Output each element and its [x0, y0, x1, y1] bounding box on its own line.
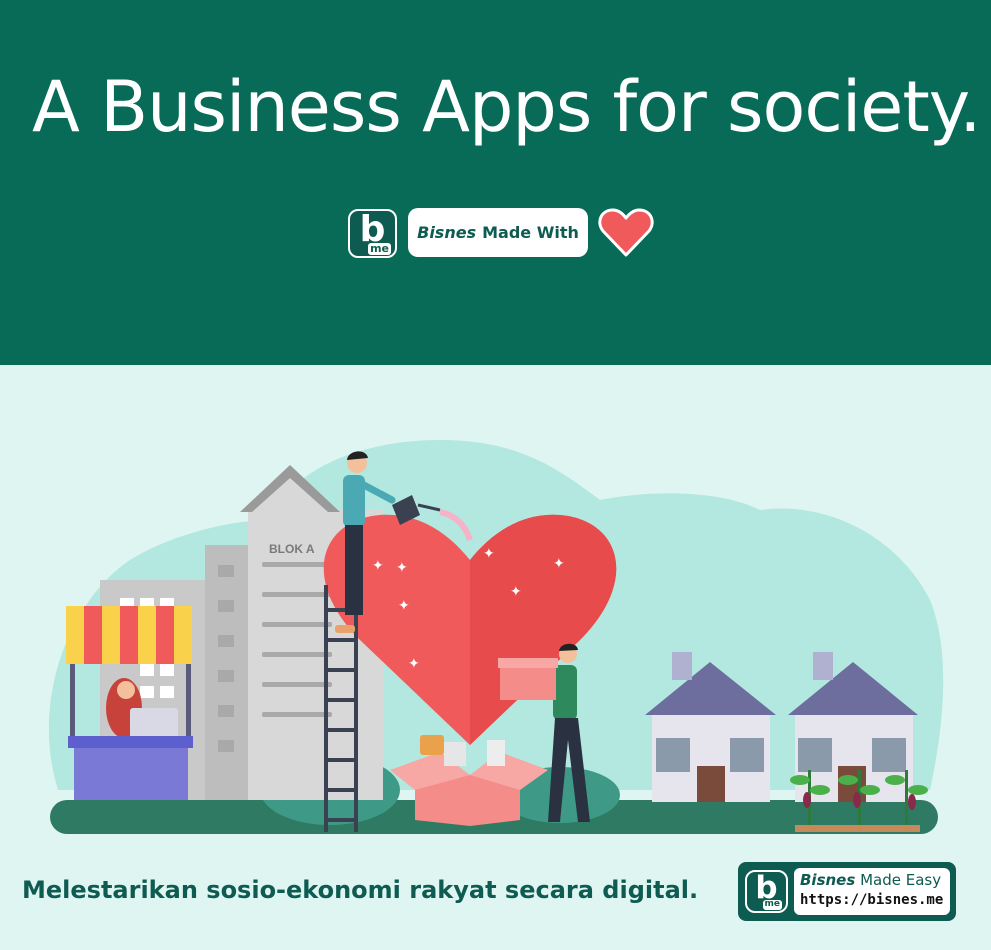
bisnes-logo: b me: [348, 209, 397, 258]
hero-banner: A Business Apps for society. b me Bisnes…: [0, 0, 991, 365]
svg-text:✦: ✦: [372, 558, 384, 574]
footer-tagline: Melestarikan sosio-ekonomi rakyat secara…: [22, 876, 699, 904]
bisnes-logo-small: b me: [745, 870, 788, 913]
community-illustration: BLOK A ✦ ✦ ✦ ✦ ✦ ✦ ✦: [48, 440, 944, 834]
planter: [795, 825, 920, 832]
svg-text:✦: ✦: [483, 546, 495, 562]
stall-counter: [68, 736, 193, 748]
svg-text:✦: ✦: [408, 656, 420, 672]
made-with-pill: Bisnes Made With: [408, 208, 588, 257]
badge-title: Bisnes Made Easy: [800, 871, 942, 889]
bisnes-badge[interactable]: b me Bisnes Made Easy https://bisnes.me: [738, 862, 956, 921]
svg-text:✦: ✦: [396, 560, 408, 576]
svg-text:✦: ✦: [398, 598, 410, 614]
badge-url[interactable]: https://bisnes.me: [800, 892, 943, 908]
svg-text:✦: ✦: [510, 584, 522, 600]
stall-awning: [66, 606, 192, 664]
heart-icon: [598, 208, 654, 257]
page-title: A Business Apps for society.: [32, 66, 981, 148]
eggplant-plant: [790, 770, 928, 825]
badge-card: Bisnes Made Easy https://bisnes.me: [794, 868, 950, 915]
svg-text:✦: ✦: [553, 556, 565, 572]
building-label: BLOK A: [269, 542, 315, 556]
